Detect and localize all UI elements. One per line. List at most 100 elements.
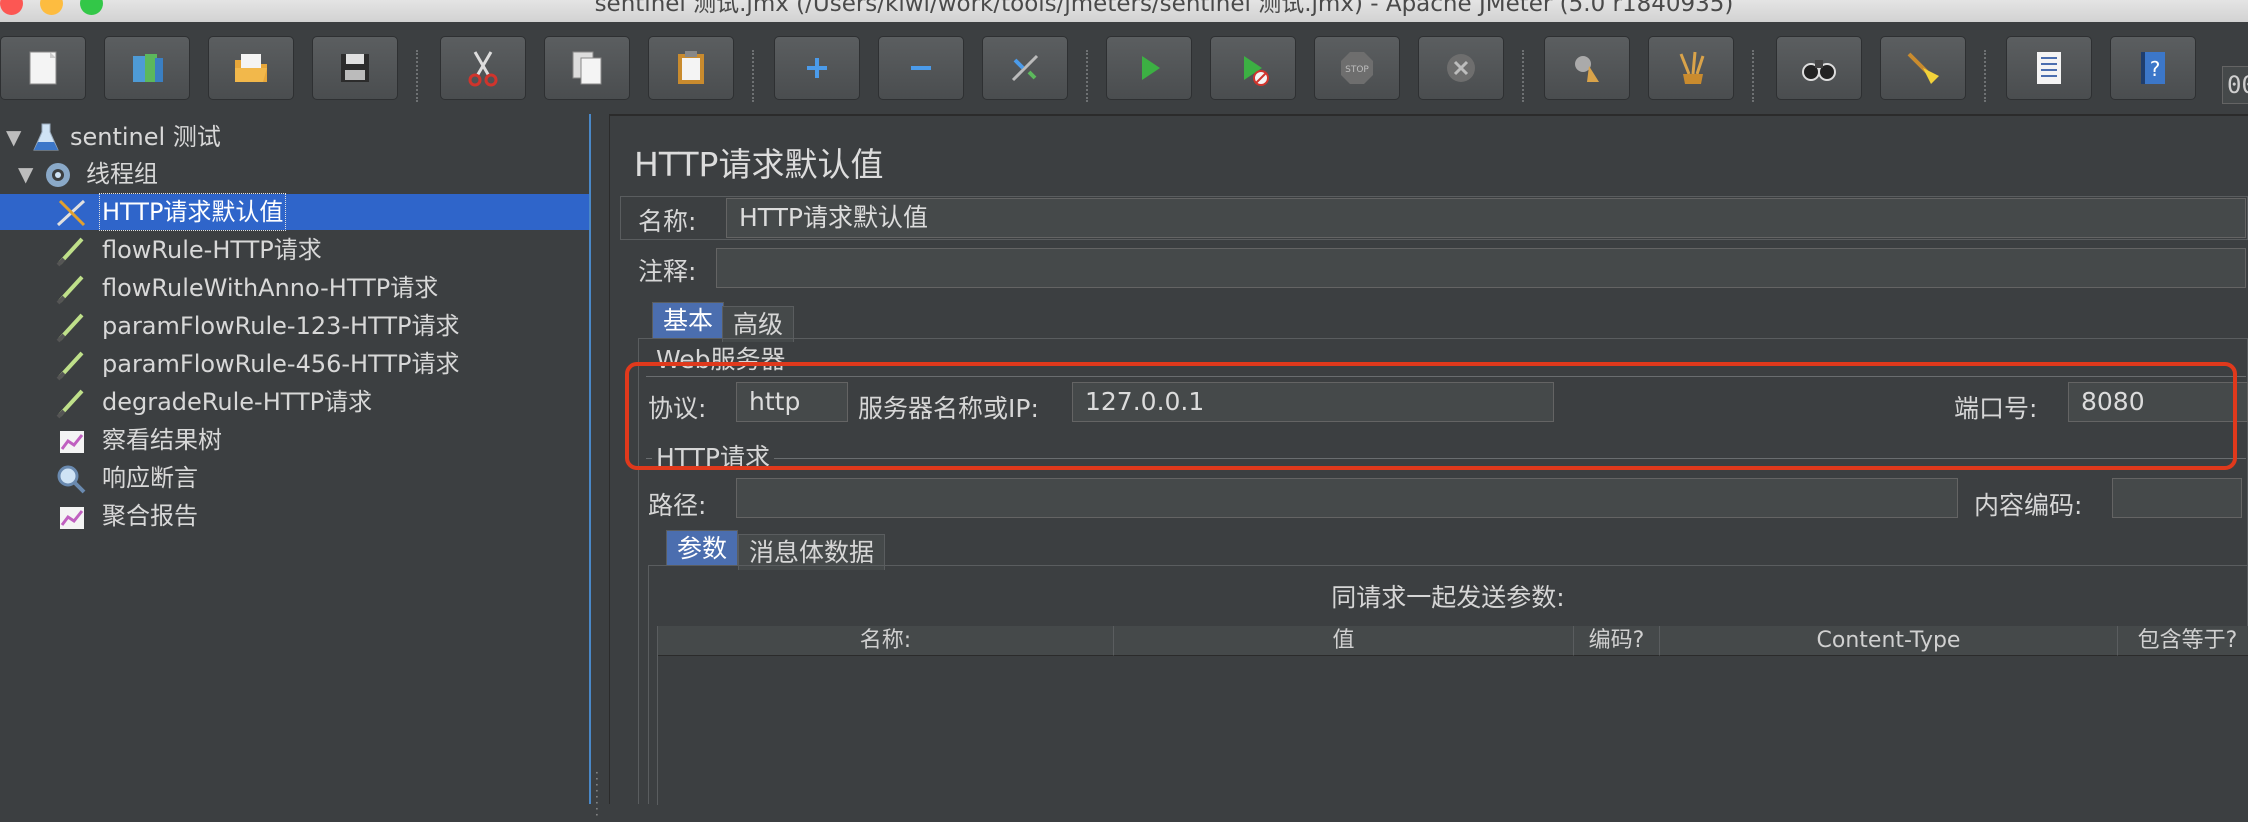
- config-element-icon: [56, 199, 86, 227]
- content-encoding-field[interactable]: [2112, 478, 2242, 518]
- tree-item-label: paramFlowRule-456-HTTP请求: [102, 350, 460, 378]
- reset-search-button[interactable]: [1880, 36, 1966, 100]
- column-header-name[interactable]: 名称:: [658, 626, 1114, 656]
- server-name-field[interactable]: 127.0.0.1: [1072, 382, 1554, 422]
- toolbar-separator: [752, 50, 754, 102]
- templates-button[interactable]: [104, 36, 190, 100]
- save-button[interactable]: [312, 36, 398, 100]
- tree-item-assertion[interactable]: 响应断言: [0, 460, 589, 496]
- start-button[interactable]: [1106, 36, 1192, 100]
- comment-label: 注释:: [638, 257, 697, 286]
- tab-parameters[interactable]: 参数: [666, 530, 739, 566]
- http-request-group-border: [646, 458, 2246, 459]
- tree-item-thread-group[interactable]: ▼ 线程组: [0, 156, 589, 192]
- sampler-icon: [56, 351, 84, 381]
- tab-advanced[interactable]: 高级: [722, 306, 795, 342]
- tree-item-sampler[interactable]: paramFlowRule-456-HTTP请求: [0, 346, 589, 382]
- close-window-button[interactable]: [0, 0, 23, 15]
- toolbar-separator: [416, 50, 418, 102]
- expand-button[interactable]: [774, 36, 860, 100]
- stop-button[interactable]: STOP: [1314, 36, 1400, 100]
- toggle-button[interactable]: [982, 36, 1068, 100]
- tree-item-sampler[interactable]: degradeRule-HTTP请求: [0, 384, 589, 420]
- svg-text:STOP: STOP: [1345, 65, 1369, 75]
- tree-item-label: paramFlowRule-123-HTTP请求: [102, 312, 460, 340]
- reset-search-icon: [1907, 52, 1939, 84]
- collapse-button[interactable]: [878, 36, 964, 100]
- tree-item-label: HTTP请求默认值: [98, 193, 287, 231]
- help-button[interactable]: ?: [2110, 36, 2196, 100]
- comment-field[interactable]: [716, 248, 2246, 288]
- column-header-content-type[interactable]: Content-Type: [1660, 626, 2118, 656]
- clear-all-icon: [1679, 51, 1705, 84]
- sampler-icon: [56, 389, 84, 419]
- sampler-icon: [56, 313, 84, 343]
- tree-item-listener[interactable]: 聚合报告: [0, 498, 589, 534]
- server-name-label: 服务器名称或IP:: [858, 394, 1039, 423]
- start-icon: [1142, 56, 1160, 80]
- path-field[interactable]: [736, 478, 1958, 518]
- cut-button[interactable]: [440, 36, 526, 100]
- shutdown-button[interactable]: [1418, 36, 1504, 100]
- new-button[interactable]: [0, 36, 86, 100]
- tree-item-listener[interactable]: 察看结果树: [0, 422, 589, 458]
- assertion-icon: [57, 465, 86, 494]
- tree-item-label: sentinel 测试: [70, 123, 221, 151]
- svg-text:?: ?: [2150, 57, 2161, 81]
- function-helper-button[interactable]: [2006, 36, 2092, 100]
- start-no-pause-button[interactable]: [1210, 36, 1296, 100]
- parameters-table[interactable]: 名称: 值 编码? Content-Type 包含等于?: [657, 626, 2248, 805]
- toolbar-separator: [1752, 50, 1754, 102]
- tree-item-label: flowRuleWithAnno-HTTP请求: [102, 274, 439, 302]
- content-encoding-label: 内容编码:: [1974, 491, 2083, 520]
- tree-item-sampler[interactable]: flowRuleWithAnno-HTTP请求: [0, 270, 589, 306]
- clear-button[interactable]: [1544, 36, 1630, 100]
- port-field[interactable]: 8080: [2068, 382, 2248, 422]
- stop-icon: STOP: [1341, 52, 1373, 84]
- thread-group-icon: [46, 163, 70, 187]
- port-label: 端口号:: [1954, 394, 2038, 423]
- page-title: HTTP请求默认值: [634, 145, 884, 184]
- parameters-caption: 同请求一起发送参数:: [1331, 583, 1565, 612]
- column-header-encode[interactable]: 编码?: [1574, 626, 1660, 656]
- split-pane-grip-icon[interactable]: · · · · · · · ·: [595, 767, 605, 821]
- copy-icon: [572, 51, 602, 85]
- clear-all-button[interactable]: [1648, 36, 1734, 100]
- tree-item-sampler[interactable]: flowRule-HTTP请求: [0, 232, 589, 268]
- tree-item-sampler[interactable]: paramFlowRule-123-HTTP请求: [0, 308, 589, 344]
- toolbar-separator: [1086, 50, 1088, 102]
- split-pane-divider[interactable]: [591, 114, 610, 804]
- window-title: sentinel 测试.jmx (/Users/kiwi/work/tools/…: [594, 0, 1734, 17]
- tree-expand-toggle-icon[interactable]: ▼: [6, 119, 21, 155]
- protocol-field[interactable]: http: [736, 382, 848, 422]
- paste-icon: [678, 51, 704, 84]
- test-plan-tree[interactable]: ▼ sentinel 测试 ▼ 线程组 HTTP请求默认值 flowRule-H…: [0, 114, 591, 804]
- listener-icon: [60, 431, 84, 453]
- templates-icon: [133, 54, 163, 82]
- tab-basic[interactable]: 基本: [652, 302, 725, 338]
- web-server-group-title: Web服务器: [652, 346, 790, 374]
- tree-item-test-plan[interactable]: ▼ sentinel 测试: [0, 119, 589, 155]
- tree-item-label: flowRule-HTTP请求: [102, 236, 322, 264]
- name-label: 名称:: [638, 207, 697, 236]
- function-helper-icon: [2037, 52, 2061, 84]
- tree-expand-toggle-icon[interactable]: ▼: [18, 156, 33, 192]
- column-header-value[interactable]: 值: [1114, 626, 1574, 656]
- open-button[interactable]: [208, 36, 294, 100]
- tree-item-http-defaults[interactable]: HTTP请求默认值: [0, 193, 589, 231]
- new-icon: [29, 51, 57, 85]
- start-no-pause-icon: [1244, 56, 1269, 86]
- zoom-window-button[interactable]: [80, 0, 103, 15]
- column-header-include-equals[interactable]: 包含等于?: [2118, 626, 2248, 656]
- clear-icon: [1575, 56, 1599, 82]
- expand-icon: [807, 58, 827, 78]
- minimize-window-button[interactable]: [40, 0, 63, 15]
- name-field[interactable]: HTTP请求默认值: [726, 198, 2246, 238]
- search-button[interactable]: [1776, 36, 1862, 100]
- thread-count-field[interactable]: 00: [2222, 66, 2248, 104]
- open-icon: [235, 54, 267, 82]
- copy-button[interactable]: [544, 36, 630, 100]
- search-icon: [1802, 60, 1836, 81]
- paste-button[interactable]: [648, 36, 734, 100]
- test-plan-icon: [33, 123, 59, 151]
